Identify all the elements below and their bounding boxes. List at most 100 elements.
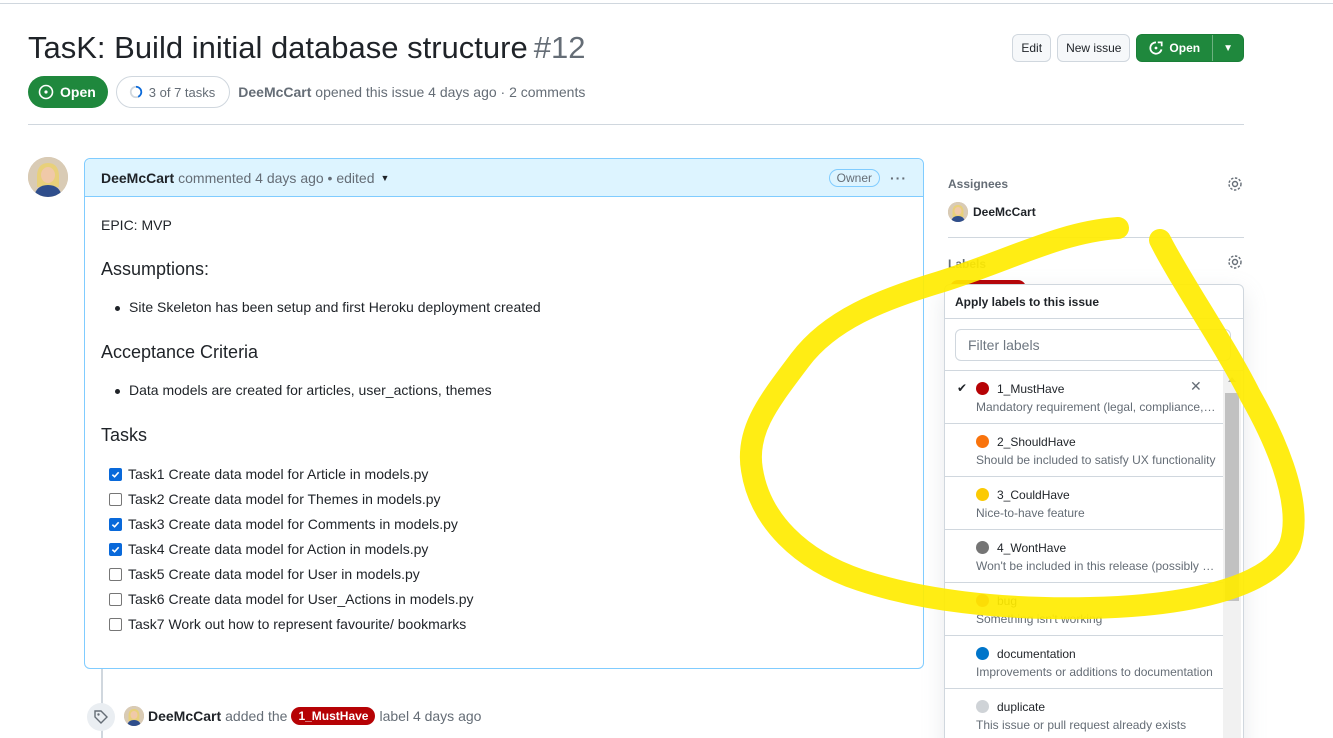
- avatar: [948, 202, 968, 222]
- filter-labels-input[interactable]: [955, 328, 1231, 361]
- task-checkbox[interactable]: [109, 467, 122, 481]
- tasks-heading: Tasks: [101, 425, 148, 445]
- filter-wrap: [945, 319, 1243, 371]
- task-text: Task4 Create data model for Action in mo…: [128, 541, 429, 557]
- label-option[interactable]: 4_WontHave Won't be included in this rele…: [945, 530, 1223, 583]
- epic-text: EPIC: MVP: [101, 217, 172, 233]
- owner-badge: Owner: [828, 168, 880, 187]
- label-option-name: 3_CouldHave: [997, 488, 1070, 502]
- tag-icon: [87, 703, 115, 731]
- issue-title: TasK: Build initial database structure: [28, 30, 528, 65]
- assignees-gear-icon[interactable]: [1227, 176, 1243, 192]
- task-checkbox[interactable]: [109, 567, 122, 581]
- label-color-dot: [976, 435, 989, 448]
- scroll-up-arrow-icon[interactable]: [1228, 377, 1236, 382]
- issue-state-row: Open 3 of 7 tasks DeeMcCart opened this …: [28, 76, 585, 108]
- label-color-dot: [976, 647, 989, 660]
- label-option-name: bug: [997, 594, 1018, 608]
- label-option-name: 1_MustHave: [997, 382, 1065, 396]
- label-option[interactable]: bug Something isn't working: [945, 583, 1223, 636]
- timeline-label-event: DeeMcCart added the 1_MustHave label 4 d…: [124, 706, 481, 726]
- labels-heading: Labels: [948, 257, 987, 271]
- task-text: Task5 Create data model for User in mode…: [128, 566, 420, 582]
- list-item: Site Skeleton has been setup and first H…: [115, 299, 541, 315]
- state-badge: Open: [28, 76, 108, 108]
- label-option[interactable]: ✔ 1_MustHave Mandatory requirement (legal,…: [945, 371, 1223, 424]
- task-text: Task6 Create data model for User_Actions…: [128, 591, 474, 607]
- task-checkbox[interactable]: [109, 592, 122, 606]
- reopen-label: Open: [1169, 41, 1201, 55]
- task-checkbox[interactable]: [109, 617, 122, 631]
- label-option-description: Won't be included in this release (possi…: [976, 559, 1216, 573]
- task-text: Task2 Create data model for Themes in mo…: [128, 491, 441, 507]
- label-option-name: duplicate: [997, 700, 1046, 714]
- issue-meta: DeeMcCart opened this issue 4 days ago ·…: [238, 84, 585, 100]
- label-option[interactable]: 3_CouldHave Nice-to-have feature: [945, 477, 1223, 530]
- task-text: Task7 Work out how to represent favourit…: [128, 616, 467, 632]
- scrollbar-thumb[interactable]: [1225, 393, 1239, 601]
- task-item: Task2 Create data model for Themes in mo…: [109, 491, 441, 507]
- labels-dropdown: Apply labels to this issue ✔ 1_MustHave Ma…: [944, 284, 1244, 738]
- tasks-progress[interactable]: 3 of 7 tasks: [115, 76, 231, 108]
- task-item: Task3 Create data model for Comments in …: [109, 516, 458, 532]
- comment-options-icon[interactable]: ···: [890, 170, 907, 186]
- label-option-description: Improvements or additions to documentati…: [976, 665, 1213, 679]
- task-item: Task7 Work out how to represent favourit…: [109, 616, 466, 632]
- acceptance-heading: Acceptance Criteria: [101, 342, 259, 362]
- label-color-dot: [976, 700, 989, 713]
- label-option-description: Should be included to satisfy UX functio…: [976, 453, 1216, 467]
- labels-gear-icon[interactable]: [1227, 254, 1243, 270]
- task-checkbox[interactable]: [109, 542, 122, 556]
- tasks-progress-text: 3 of 7 tasks: [148, 84, 216, 100]
- label-option-name: documentation: [997, 647, 1076, 661]
- comment-author-link[interactable]: DeeMcCart: [101, 170, 174, 186]
- task-checkbox[interactable]: [109, 517, 122, 531]
- list-item: Data models are created for articles, us…: [115, 382, 492, 398]
- progress-ring-icon: [129, 85, 142, 99]
- issue-meta-text: opened this issue 4 days ago · 2 comment…: [315, 84, 586, 100]
- task-item: Task4 Create data model for Action in mo…: [109, 541, 428, 557]
- issue-author-link[interactable]: DeeMcCart: [238, 84, 311, 100]
- new-issue-button[interactable]: New issue: [1057, 34, 1131, 62]
- edit-history-caret-icon[interactable]: ▼: [381, 173, 390, 183]
- avatar[interactable]: [28, 157, 68, 197]
- task-item: Task1 Create data model for Article in m…: [109, 466, 428, 482]
- label-color-dot: [976, 541, 989, 554]
- label-option-description: This issue or pull request already exist…: [976, 718, 1187, 732]
- task-item: Task6 Create data model for User_Actions…: [109, 591, 474, 607]
- timeline-action: added the: [225, 708, 288, 724]
- avatar[interactable]: [124, 706, 144, 726]
- timeline-suffix[interactable]: label 4 days ago: [379, 708, 481, 724]
- issue-open-icon: [38, 84, 54, 100]
- task-text: Task3 Create data model for Comments in …: [128, 516, 458, 532]
- comment-header: DeeMcCart commented 4 days ago • edited …: [85, 159, 923, 197]
- assumptions-heading: Assumptions:: [101, 259, 210, 279]
- task-text: Task1 Create data model for Article in m…: [128, 466, 429, 482]
- dropdown-title: Apply labels to this issue: [945, 285, 1243, 319]
- task-checkbox[interactable]: [109, 492, 122, 506]
- comment-meta[interactable]: commented 4 days ago • edited: [178, 170, 374, 186]
- label-option[interactable]: documentation Improvements or additions t…: [945, 636, 1223, 689]
- header-actions: Edit New issue Open ▼: [1012, 34, 1244, 62]
- remove-label-icon[interactable]: ✕: [1190, 378, 1202, 395]
- task-item: Task5 Create data model for User in mode…: [109, 566, 420, 582]
- reopen-dropdown-caret[interactable]: ▼: [1212, 35, 1243, 61]
- label-chip[interactable]: 1_MustHave: [291, 707, 376, 725]
- sidebar-divider: [948, 237, 1244, 238]
- issue-body-comment: DeeMcCart commented 4 days ago • edited …: [84, 158, 924, 669]
- assignee-name: DeeMcCart: [973, 205, 1036, 219]
- issue-number: #12: [533, 30, 586, 65]
- label-option[interactable]: duplicate This issue or pull request alre…: [945, 689, 1223, 738]
- header-divider: [28, 124, 1244, 125]
- page-title: TasK: Build initial database structure #1…: [28, 30, 585, 66]
- assignees-heading: Assignees: [948, 177, 1009, 191]
- label-option[interactable]: 2_ShouldHave Should be included to satisf…: [945, 424, 1223, 477]
- assignee-item[interactable]: DeeMcCart: [948, 202, 1036, 222]
- label-color-dot: [976, 594, 989, 607]
- reopen-button[interactable]: Open: [1137, 35, 1212, 61]
- top-divider: [0, 3, 1333, 4]
- check-icon: ✔: [957, 381, 968, 395]
- timeline-actor-link[interactable]: DeeMcCart: [148, 708, 221, 724]
- edit-button[interactable]: Edit: [1012, 34, 1052, 62]
- label-option-description: Something isn't working: [976, 612, 1103, 626]
